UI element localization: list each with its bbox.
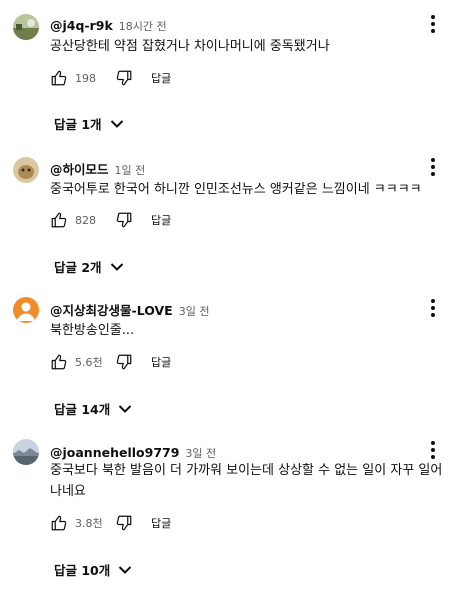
comment-time[interactable]: 1일 전 bbox=[115, 164, 146, 177]
avatar[interactable] bbox=[13, 297, 39, 323]
view-replies-button[interactable]: 답글 1개 bbox=[54, 114, 124, 133]
thumb-down-icon[interactable] bbox=[115, 514, 133, 532]
replies-label: 답글 1개 bbox=[54, 117, 102, 132]
comment-text: 중국어투로 한국어 하니깐 인민조선뉴스 앵커같은 느낌이네 ㅋㅋㅋㅋ bbox=[50, 182, 422, 197]
comment-text: 북한방송인줄... bbox=[50, 323, 135, 338]
more-vert-icon[interactable] bbox=[429, 14, 437, 34]
thumb-down-icon[interactable] bbox=[115, 69, 133, 87]
reply-button[interactable]: 답글 bbox=[151, 515, 171, 531]
comment-header: @joannehello9779 3일 전 bbox=[50, 442, 216, 461]
view-replies-button[interactable]: 답글 2개 bbox=[54, 257, 124, 276]
like-count: 828 bbox=[75, 213, 96, 227]
view-replies-button[interactable]: 답글 14개 bbox=[54, 399, 132, 418]
reply-button[interactable]: 답글 bbox=[151, 70, 171, 86]
more-vert-icon[interactable] bbox=[429, 298, 437, 318]
comment-actions: 828 답글 bbox=[50, 210, 171, 230]
chevron-down-icon bbox=[110, 262, 123, 271]
author-name[interactable]: @j4q-r9k bbox=[50, 18, 113, 33]
like-count: 5.6천 bbox=[75, 356, 103, 369]
comment-header: @지상최강생물-LOVE 3일 전 bbox=[50, 300, 209, 319]
comment-header: @j4q-r9k 18시간 전 bbox=[50, 15, 167, 34]
thumb-up-icon[interactable] bbox=[50, 69, 68, 87]
comment-text: 공산당한테 약점 잡혔거나 차이나머니에 중독됐거나 bbox=[50, 39, 330, 54]
comment-time[interactable]: 3일 전 bbox=[185, 447, 216, 460]
thumb-down-icon[interactable] bbox=[115, 353, 133, 371]
comment-header: @하이모드 1일 전 bbox=[50, 159, 145, 178]
author-name[interactable]: @joannehello9779 bbox=[50, 445, 179, 460]
comment-text: 중국보다 북한 발음이 더 가까워 보이는데 상상할 수 없는 일이 자꾸 일어… bbox=[50, 463, 443, 499]
avatar[interactable] bbox=[13, 14, 39, 40]
more-vert-icon[interactable] bbox=[429, 157, 437, 177]
thumb-up-icon[interactable] bbox=[50, 211, 68, 229]
comment-actions: 5.6천 답글 bbox=[50, 352, 171, 372]
avatar[interactable] bbox=[13, 439, 39, 465]
thumb-up-icon[interactable] bbox=[50, 514, 68, 532]
chevron-down-icon bbox=[110, 119, 123, 128]
thumb-down-icon[interactable] bbox=[115, 211, 133, 229]
replies-label: 답글 2개 bbox=[54, 260, 102, 275]
more-vert-icon[interactable] bbox=[429, 440, 437, 460]
comment-actions: 3.8천 답글 bbox=[50, 513, 171, 533]
reply-button[interactable]: 답글 bbox=[151, 212, 171, 228]
comment-time[interactable]: 3일 전 bbox=[179, 305, 210, 318]
comment-actions: 198 답글 bbox=[50, 68, 171, 88]
view-replies-button[interactable]: 답글 10개 bbox=[54, 560, 132, 579]
thumb-up-icon[interactable] bbox=[50, 353, 68, 371]
avatar[interactable] bbox=[13, 157, 39, 183]
chevron-down-icon bbox=[119, 565, 132, 574]
like-count: 3.8천 bbox=[75, 517, 103, 530]
comment-time[interactable]: 18시간 전 bbox=[119, 20, 167, 33]
author-name[interactable]: @지상최강생물-LOVE bbox=[50, 303, 173, 318]
reply-button[interactable]: 답글 bbox=[151, 354, 171, 370]
replies-label: 답글 10개 bbox=[54, 563, 111, 578]
chevron-down-icon bbox=[119, 404, 132, 413]
like-count: 198 bbox=[75, 71, 96, 85]
author-name[interactable]: @하이모드 bbox=[50, 162, 109, 177]
replies-label: 답글 14개 bbox=[54, 402, 111, 417]
